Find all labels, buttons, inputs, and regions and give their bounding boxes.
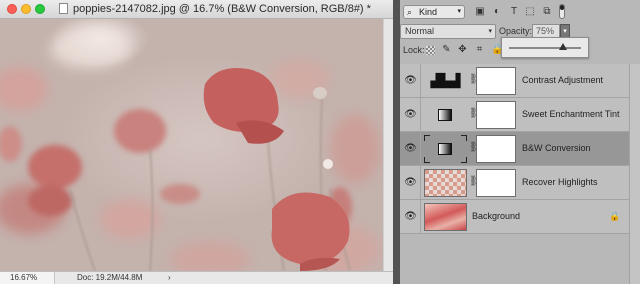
selection-bracket <box>461 157 467 163</box>
selection-bracket <box>461 135 467 141</box>
layer-name: Contrast Adjustment <box>522 75 604 85</box>
search-icon: ⌕ <box>407 7 413 17</box>
opacity-slider-track[interactable] <box>509 47 581 49</box>
pixel-layer-thumbnail <box>424 169 467 197</box>
layer-name: Recover Highlights <box>522 177 598 187</box>
layers-panel-scrollbar[interactable] <box>629 64 640 284</box>
levels-adjustment-icon: ▟▙▟ <box>424 67 467 95</box>
layer-mask-thumbnail[interactable] <box>476 135 516 163</box>
selection-bracket <box>424 135 430 141</box>
filter-kind-select[interactable]: ⌕ Kind ▾ <box>403 5 465 19</box>
gradient-swatch <box>438 143 452 155</box>
eye-icon[interactable]: 👁 <box>404 177 417 188</box>
layer-row-bw-conversion[interactable]: 👁 ⛓ B&W Conversion <box>400 132 629 166</box>
layer-row-background[interactable]: 👁 Background 🔒 <box>400 200 629 234</box>
poppy-photo <box>0 29 380 271</box>
smart-object-filter-icon[interactable]: ⧉ <box>541 6 553 18</box>
filter-toggle-switch[interactable] <box>559 4 565 19</box>
blend-mode-value: Normal <box>405 26 435 36</box>
type-layer-filter-icon[interactable]: T <box>508 6 520 18</box>
layer-row-sweet-enchantment-tint[interactable]: 👁 ⛓ Sweet Enchantment Tint <box>400 98 629 132</box>
layer-mask-thumbnail[interactable] <box>476 101 516 129</box>
row-divider <box>420 166 421 199</box>
shape-layer-filter-icon[interactable]: ⬚ <box>524 6 536 18</box>
lock-position-icon[interactable]: ✥ <box>457 44 468 55</box>
status-menu-arrow-icon[interactable]: › <box>168 272 171 284</box>
minimize-window-button[interactable] <box>21 4 31 14</box>
lock-icon: 🔒 <box>609 211 621 221</box>
row-divider <box>420 64 421 97</box>
close-window-button[interactable] <box>7 4 17 14</box>
document-file-icon <box>59 3 68 14</box>
layer-mask-thumbnail[interactable] <box>476 67 516 95</box>
gradient-map-icon <box>424 101 467 129</box>
document-titlebar[interactable]: poppies-2147082.jpg @ 16.7% (B&W Convers… <box>0 0 393 19</box>
zoom-level-field[interactable]: 16.67% <box>0 272 55 284</box>
gradient-map-icon <box>424 135 467 163</box>
image-canvas[interactable] <box>0 19 383 271</box>
lock-transparency-icon[interactable] <box>426 46 435 55</box>
maximize-window-button[interactable] <box>35 4 45 14</box>
row-divider <box>420 132 421 165</box>
selection-bracket <box>424 157 430 163</box>
eye-icon[interactable]: 👁 <box>404 75 417 86</box>
chevron-down-icon: ▾ <box>488 28 492 35</box>
layer-row-contrast-adjustment[interactable]: 👁 ▟▙▟ ⛓ Contrast Adjustment <box>400 64 629 98</box>
document-size-readout: Doc: 19.2M/44.8M <box>77 273 143 282</box>
background-image-thumbnail <box>424 203 467 231</box>
adjustment-layer-filter-icon[interactable]: ◐ <box>491 6 503 18</box>
row-divider <box>420 200 421 233</box>
opacity-slider-thumb[interactable] <box>559 43 567 50</box>
eye-icon[interactable]: 👁 <box>404 109 417 120</box>
eye-icon[interactable]: 👁 <box>404 211 417 222</box>
layer-mask-thumbnail[interactable] <box>476 169 516 197</box>
pixel-layer-filter-icon[interactable]: ▣ <box>474 6 486 18</box>
eye-icon[interactable]: 👁 <box>404 143 417 154</box>
lock-artboard-icon[interactable]: ⌗ <box>474 44 485 55</box>
layer-row-recover-highlights[interactable]: 👁 ⛓ Recover Highlights <box>400 166 629 200</box>
levels-histogram-glyph: ▟▙▟ <box>430 73 461 88</box>
chevron-down-icon: ▾ <box>457 8 461 15</box>
document-title: poppies-2147082.jpg @ 16.7% (B&W Convers… <box>73 3 371 15</box>
layer-name: Sweet Enchantment Tint <box>522 109 620 119</box>
gradient-swatch <box>438 109 452 121</box>
blend-mode-select[interactable]: Normal ▾ <box>400 24 496 39</box>
filter-kind-label: Kind <box>419 7 438 17</box>
layer-name: B&W Conversion <box>522 143 591 153</box>
layers-panel: ⌕ Kind ▾ ▣ ◐ T ⬚ ⧉ Normal ▾ Opacity: 75%… <box>400 0 640 284</box>
row-divider <box>420 98 421 131</box>
document-window: poppies-2147082.jpg @ 16.7% (B&W Convers… <box>0 0 393 284</box>
opacity-slider-popup <box>501 37 589 58</box>
opacity-label: Opacity: <box>499 26 533 36</box>
layer-name: Background <box>472 211 521 221</box>
lock-label: Lock: <box>403 45 425 55</box>
status-bar: 16.67% Doc: 19.2M/44.8M › <box>0 271 393 284</box>
panel-gutter <box>393 0 400 284</box>
canvas-vertical-scrollbar[interactable] <box>383 19 393 271</box>
lock-paint-icon[interactable]: ✎ <box>441 44 452 55</box>
